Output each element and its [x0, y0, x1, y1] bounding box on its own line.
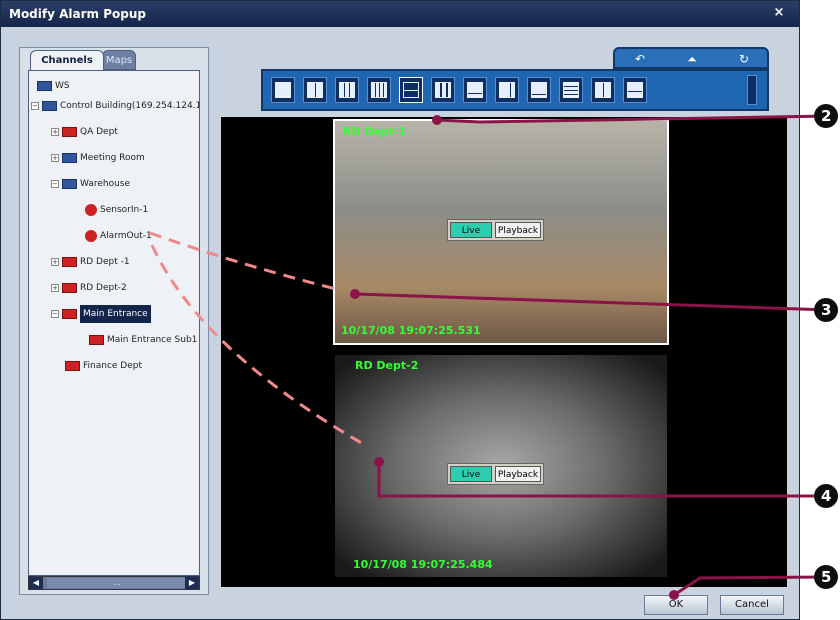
callout-dot-5: [669, 590, 679, 600]
callout-line-3: [354, 292, 831, 312]
dashed-connector-rd-dept-2: [150, 244, 366, 447]
callout-line-5: [673, 575, 827, 597]
tab-channels[interactable]: Channels: [30, 50, 104, 70]
callout-line-2: [436, 114, 831, 124]
annotation-overlay: 2 3 4 5: [149, 104, 838, 600]
dashed-connector-rd-dept-1: [149, 231, 341, 292]
callout-number-5: 5: [821, 568, 831, 586]
callout-number-3: 3: [821, 301, 831, 319]
callout-dot-3: [350, 289, 360, 299]
callout-dot-4: [374, 457, 384, 467]
callout-number-2: 2: [821, 107, 831, 125]
callout-dot-2: [432, 115, 442, 125]
callout-number-4: 4: [821, 487, 831, 505]
callout-line-4: [377, 462, 826, 498]
